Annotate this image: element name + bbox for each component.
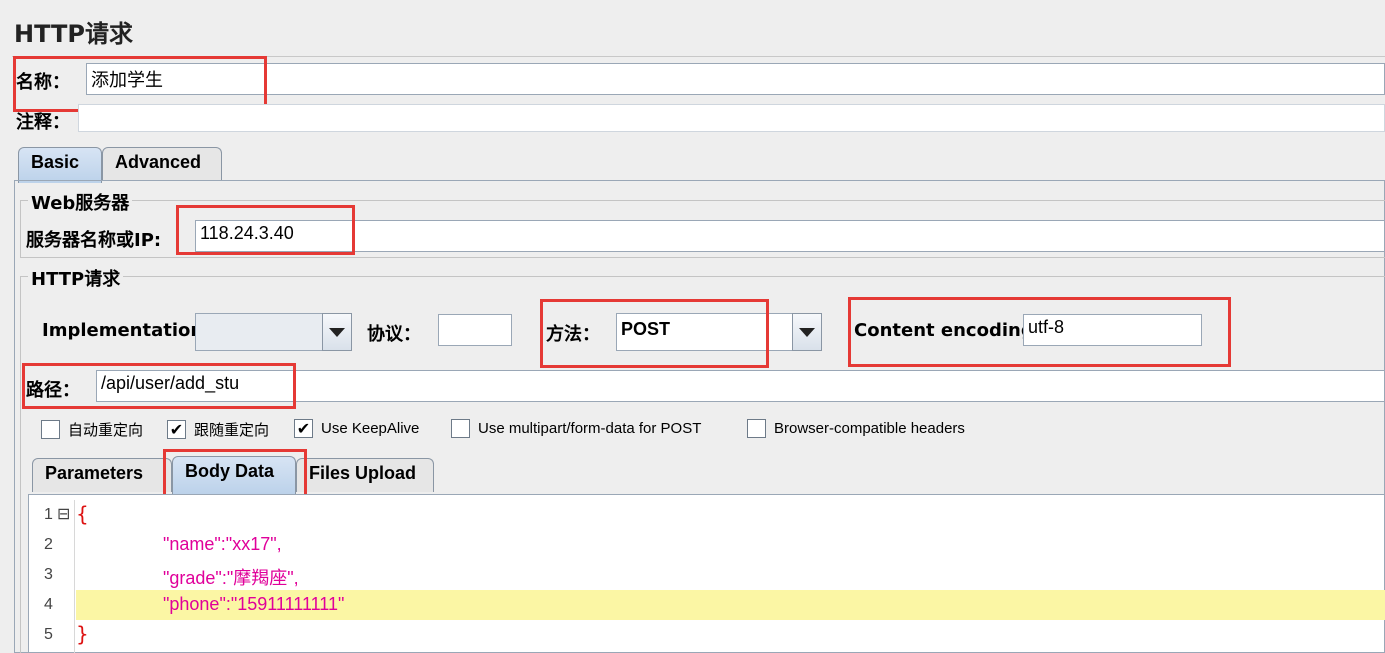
server-input[interactable]: 118.24.3.40 (195, 220, 1385, 252)
tab-advanced[interactable]: Advanced (102, 147, 222, 181)
tab-files-upload[interactable]: Files Upload (296, 458, 434, 492)
keepalive-checkbox[interactable]: ✔ (294, 419, 313, 438)
name-input[interactable]: 添加学生 (86, 63, 1385, 95)
redirect-auto-option[interactable]: 自动重定向 (41, 419, 143, 440)
code-line: "name":"xx17", (163, 534, 282, 554)
implementation-label: Implementation: (42, 320, 211, 341)
implementation-dropdown-button[interactable] (322, 313, 352, 351)
path-label: 路径： (26, 380, 80, 401)
code-line: } (76, 622, 89, 646)
multipart-checkbox[interactable] (451, 419, 470, 438)
tab-basic[interactable]: Basic (18, 147, 102, 183)
follow-redirects-checkbox[interactable]: ✔ (167, 420, 186, 439)
line-number: 3 (44, 566, 53, 583)
line-number: 5 (44, 626, 53, 643)
keepalive-option[interactable]: ✔ Use KeepAlive (294, 419, 419, 438)
comment-input[interactable] (78, 104, 1385, 132)
method-select[interactable]: POST (616, 313, 794, 351)
follow-redirects-label: 跟随重定向 (194, 422, 270, 439)
encoding-label: Content encoding: (854, 320, 1041, 341)
name-label: 名称： (16, 72, 70, 93)
chevron-down-icon (799, 327, 815, 337)
code-line: "phone":"15911111111" (163, 594, 345, 614)
server-label: 服务器名称或IP: (26, 230, 162, 251)
protocol-label: 协议： (367, 324, 421, 345)
keepalive-label: Use KeepAlive (321, 420, 420, 437)
implementation-select[interactable] (195, 313, 323, 351)
method-label: 方法： (546, 324, 600, 345)
fold-icon[interactable]: ⊟ (57, 504, 70, 523)
redirect-auto-checkbox[interactable] (41, 420, 60, 439)
http-request-group-title: HTTP请求 (28, 265, 124, 291)
page-title: HTTP请求 (14, 20, 133, 48)
line-number: 2 (44, 536, 53, 553)
browser-headers-option[interactable]: Browser-compatible headers (747, 419, 965, 438)
tab-body-data[interactable]: Body Data (172, 456, 296, 494)
follow-redirects-option[interactable]: ✔ 跟随重定向 (167, 419, 269, 440)
path-input[interactable]: /api/user/add_stu (96, 370, 1385, 402)
tab-parameters[interactable]: Parameters (32, 458, 172, 492)
line-number: 1 (44, 506, 53, 523)
encoding-input[interactable]: utf-8 (1023, 314, 1202, 346)
code-line: "grade":"摩羯座", (163, 568, 299, 588)
line-number: 4 (44, 596, 53, 613)
multipart-option[interactable]: Use multipart/form-data for POST (451, 419, 701, 438)
comment-label: 注释： (16, 112, 70, 133)
method-dropdown-button[interactable] (792, 313, 822, 351)
chevron-down-icon (329, 327, 345, 337)
browser-headers-label: Browser-compatible headers (774, 420, 965, 437)
gutter-divider (74, 500, 75, 653)
multipart-label: Use multipart/form-data for POST (478, 420, 702, 437)
web-server-group-title: Web服务器 (28, 189, 133, 215)
redirect-auto-label: 自动重定向 (68, 422, 144, 439)
divider (12, 56, 1385, 57)
browser-headers-checkbox[interactable] (747, 419, 766, 438)
code-line: { (76, 502, 89, 526)
protocol-input[interactable] (438, 314, 512, 346)
